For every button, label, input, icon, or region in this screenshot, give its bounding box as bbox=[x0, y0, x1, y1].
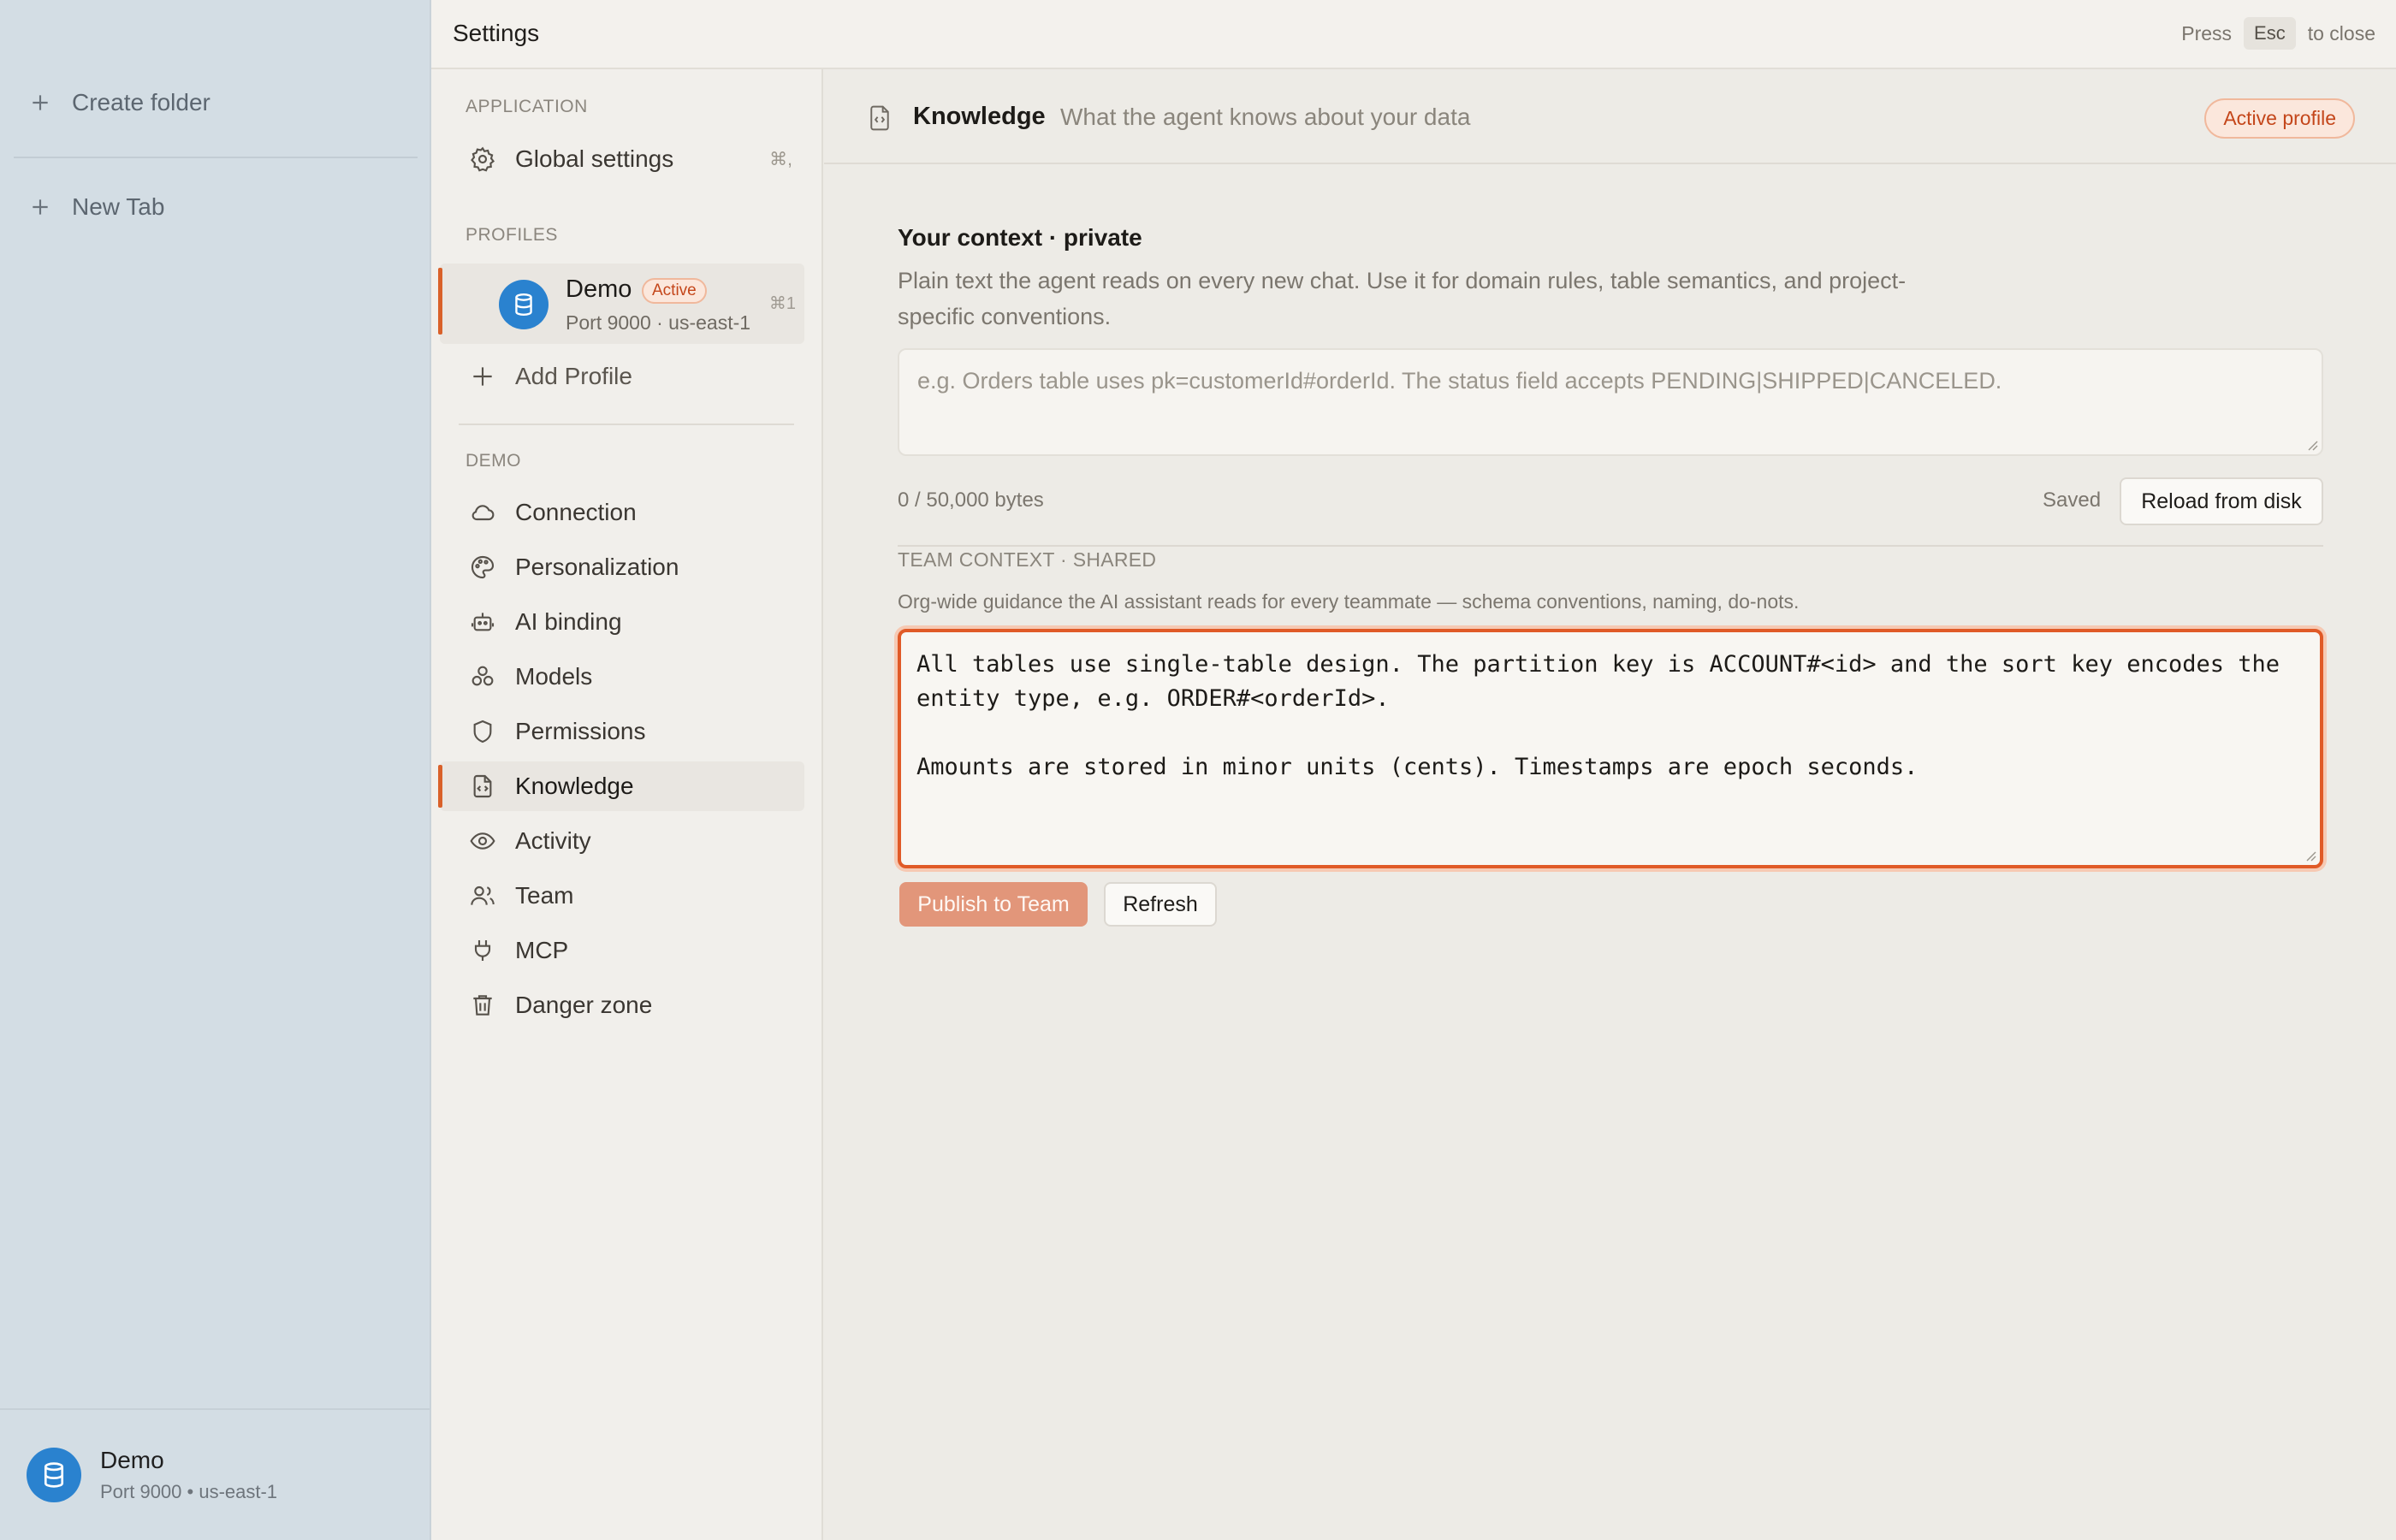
models-icon bbox=[471, 666, 494, 686]
plug-icon bbox=[474, 940, 491, 961]
profile-details: Port 9000 · us-east-1 bbox=[566, 311, 751, 334]
palette-icon bbox=[471, 555, 495, 579]
new-tab-label: New Tab bbox=[72, 193, 165, 220]
database-icon bbox=[499, 280, 549, 329]
document-code-icon bbox=[870, 105, 889, 131]
nav-global-settings-label: Global settings bbox=[515, 145, 674, 172]
resize-handle-icon[interactable] bbox=[2304, 437, 2318, 451]
nav-permissions[interactable]: Permissions bbox=[440, 707, 804, 756]
settings-nav: APPLICATION Global settings ⌘, PROFILES … bbox=[431, 69, 823, 1540]
private-context-textarea[interactable]: e.g. Orders table uses pk=customerId#ord… bbox=[898, 348, 2323, 456]
page-header: Knowledge What the agent knows about you… bbox=[824, 69, 2396, 164]
app-sidebar: Create folder New Tab Demo Port 9000 • u… bbox=[0, 0, 431, 1540]
nav-connection-label: Connection bbox=[515, 499, 637, 525]
settings-title: Settings bbox=[453, 20, 540, 46]
publish-to-team-button[interactable]: Publish to Team bbox=[899, 882, 1088, 927]
section-divider bbox=[898, 545, 2323, 547]
nav-ai-binding[interactable]: AI binding bbox=[440, 597, 804, 647]
nav-mcp[interactable]: MCP bbox=[440, 926, 804, 975]
nav-team[interactable]: Team bbox=[440, 871, 804, 921]
plus-icon bbox=[33, 95, 48, 110]
nav-danger-zone-label: Danger zone bbox=[515, 992, 653, 1018]
hint-press: Press bbox=[2181, 21, 2233, 44]
create-folder-label: Create folder bbox=[72, 89, 211, 116]
private-context-description: Plain text the agent reads on every new … bbox=[898, 268, 1907, 329]
nav-mcp-label: MCP bbox=[515, 937, 569, 963]
active-connection[interactable]: Demo Port 9000 • us-east-1 bbox=[0, 1408, 430, 1540]
nav-personalization[interactable]: Personalization bbox=[440, 542, 804, 592]
private-context-placeholder: e.g. Orders table uses pk=customerId#ord… bbox=[917, 368, 2002, 394]
team-context-description: Org-wide guidance the AI assistant reads… bbox=[898, 590, 1800, 613]
settings-header: Settings Press Esc to close bbox=[431, 0, 2396, 69]
database-icon bbox=[27, 1448, 81, 1502]
connection-details: Port 9000 • us-east-1 bbox=[100, 1481, 278, 1502]
add-profile-label: Add Profile bbox=[515, 363, 632, 389]
byte-counter: 0 / 50,000 bytes bbox=[898, 489, 1044, 512]
nav-knowledge-label: Knowledge bbox=[515, 773, 634, 799]
nav-selected-indicator bbox=[438, 765, 442, 808]
refresh-button[interactable]: Refresh bbox=[1104, 882, 1217, 927]
shortcut-global-settings: ⌘, bbox=[769, 149, 792, 169]
team-context-value: All tables use single-table design. The … bbox=[916, 651, 2280, 780]
profile-demo[interactable]: Demo Active Port 9000 · us-east-1 ⌘1 bbox=[440, 264, 804, 344]
profile-selected-indicator bbox=[438, 268, 442, 335]
trash-icon bbox=[473, 995, 492, 1016]
shortcut-profile: ⌘1 bbox=[768, 294, 796, 313]
section-profiles: PROFILES bbox=[466, 225, 558, 245]
resize-handle-icon[interactable] bbox=[2303, 848, 2316, 862]
team-context-textarea[interactable]: All tables use single-table design. The … bbox=[898, 629, 2323, 868]
page-subtitle: What the agent knows about your data bbox=[1060, 104, 1471, 130]
active-profile-badge: Active profile bbox=[2204, 98, 2355, 139]
plus-icon bbox=[33, 199, 48, 215]
nav-knowledge[interactable]: Knowledge bbox=[440, 761, 804, 811]
shield-icon bbox=[473, 720, 492, 743]
team-context-title: TEAM CONTEXT · SHARED bbox=[898, 548, 1157, 571]
nav-ai-binding-label: AI binding bbox=[515, 608, 622, 635]
create-folder-button[interactable]: Create folder bbox=[29, 82, 211, 123]
nav-divider bbox=[459, 424, 794, 425]
close-hint: Press Esc to close bbox=[2181, 17, 2375, 50]
new-tab-button[interactable]: New Tab bbox=[29, 187, 164, 228]
sidebar-divider bbox=[14, 157, 418, 158]
nav-connection[interactable]: Connection bbox=[440, 488, 804, 537]
save-status: Saved bbox=[2043, 489, 2102, 512]
hint-close: to close bbox=[2307, 21, 2375, 44]
nav-team-label: Team bbox=[515, 882, 574, 909]
nav-activity-label: Activity bbox=[515, 827, 591, 854]
document-code-icon bbox=[473, 774, 492, 798]
cloud-icon bbox=[471, 505, 495, 521]
reload-from-disk-button[interactable]: Reload from disk bbox=[2120, 477, 2323, 525]
profile-active-badge: Active bbox=[642, 278, 707, 304]
nav-personalization-label: Personalization bbox=[515, 554, 679, 580]
plus-icon bbox=[473, 367, 492, 386]
esc-key[interactable]: Esc bbox=[2244, 17, 2296, 50]
robot-icon bbox=[471, 613, 495, 631]
private-context-title: Your context · private bbox=[898, 224, 1142, 251]
section-application: APPLICATION bbox=[466, 97, 588, 116]
profile-name: Demo bbox=[566, 275, 632, 303]
knowledge-page: Knowledge What the agent knows about you… bbox=[824, 69, 2396, 1540]
page-title: Knowledge bbox=[913, 103, 1046, 130]
add-profile-button[interactable]: Add Profile bbox=[440, 352, 804, 401]
nav-danger-zone[interactable]: Danger zone bbox=[440, 980, 804, 1030]
nav-activity[interactable]: Activity bbox=[440, 816, 804, 866]
gear-icon bbox=[471, 146, 495, 172]
nav-models-label: Models bbox=[515, 663, 593, 690]
section-demo: DEMO bbox=[466, 451, 521, 471]
nav-global-settings[interactable]: Global settings ⌘, bbox=[440, 134, 804, 184]
eye-icon bbox=[470, 832, 495, 850]
nav-permissions-label: Permissions bbox=[515, 718, 646, 744]
connection-name: Demo bbox=[100, 1447, 164, 1473]
users-icon bbox=[471, 886, 495, 905]
nav-models[interactable]: Models bbox=[440, 652, 804, 702]
